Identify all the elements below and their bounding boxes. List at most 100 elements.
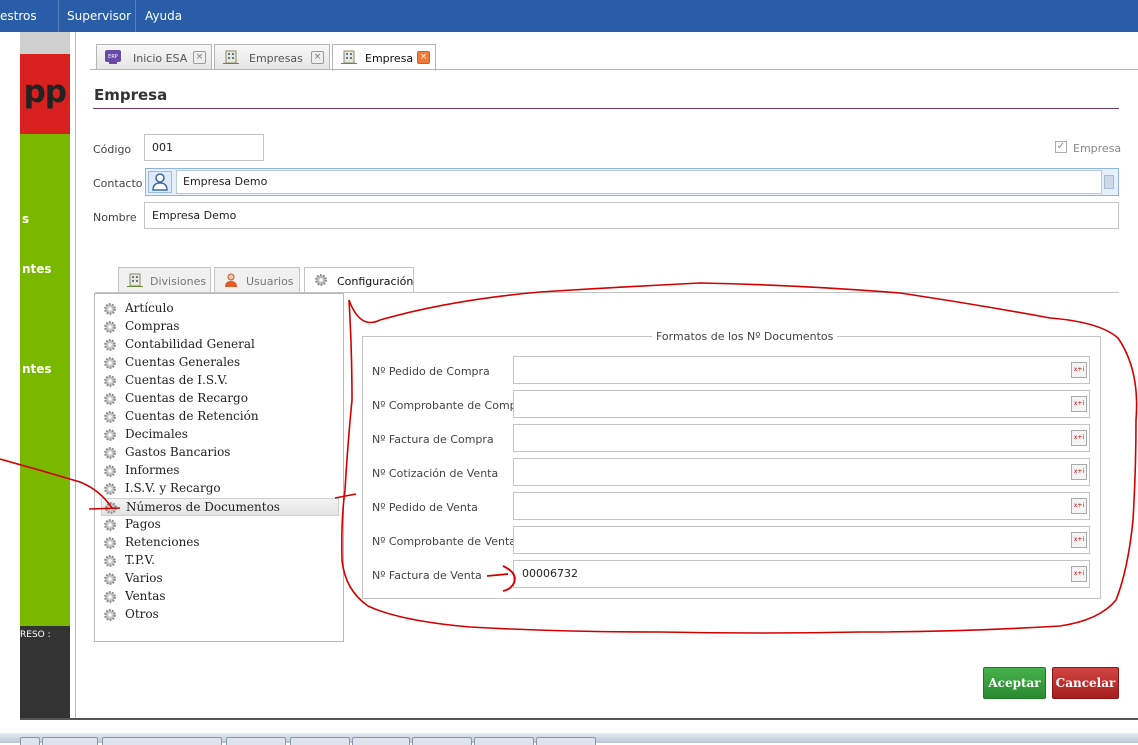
tab-empresas[interactable]: Empresas × bbox=[214, 44, 330, 70]
format-field[interactable] bbox=[513, 356, 1090, 384]
user-icon bbox=[152, 173, 168, 191]
accept-button[interactable]: Aceptar bbox=[983, 667, 1046, 699]
format-label: Nº Cotización de Venta bbox=[372, 467, 499, 480]
close-icon[interactable]: × bbox=[193, 51, 206, 64]
format-label: Nº Factura de Venta bbox=[372, 569, 482, 582]
tree-item[interactable]: Informes bbox=[101, 462, 339, 480]
format-editor-icon[interactable]: x+i bbox=[1071, 532, 1087, 548]
svg-text:ERP: ERP bbox=[108, 54, 118, 60]
format-field[interactable] bbox=[513, 458, 1090, 486]
tree-item[interactable]: Cuentas Generales bbox=[101, 354, 339, 372]
tree-item-label: Gastos Bancarios bbox=[125, 445, 231, 459]
tree-item[interactable]: Contabilidad General bbox=[101, 336, 339, 354]
format-editor-icon[interactable]: x+i bbox=[1071, 464, 1087, 480]
tab-label: Empresas bbox=[249, 52, 303, 65]
nombre-label: Nombre bbox=[93, 211, 137, 224]
tree-item[interactable]: Cuentas de Recargo bbox=[101, 390, 339, 408]
format-label: Nº Pedido de Venta bbox=[372, 501, 478, 514]
gear-icon bbox=[104, 339, 116, 351]
format-editor-icon[interactable]: x+i bbox=[1071, 566, 1087, 582]
tab-label: Inicio ESA bbox=[133, 52, 188, 65]
configuration-tree: Artículo Compras Contabilidad General Cuent… bbox=[94, 293, 344, 642]
formats-legend: Formatos de los Nº Documentos bbox=[652, 330, 838, 343]
format-editor-icon[interactable]: x+i bbox=[1071, 430, 1087, 446]
gear-icon bbox=[104, 357, 116, 369]
format-field[interactable] bbox=[513, 424, 1090, 452]
sidebar: pp s ntes ntes RESO : bbox=[20, 32, 70, 718]
tree-item[interactable]: Cuentas de Retención bbox=[101, 408, 339, 426]
tree-item[interactable]: I.S.V. y Recargo bbox=[101, 480, 339, 498]
app-logo: pp bbox=[20, 54, 70, 134]
taskbar-button[interactable] bbox=[102, 737, 222, 745]
gear-icon bbox=[104, 465, 116, 477]
sidebar-item[interactable]: s bbox=[22, 212, 29, 226]
contacto-combo[interactable]: Empresa Demo bbox=[145, 168, 1119, 196]
contacto-input[interactable]: Empresa Demo bbox=[176, 170, 1102, 194]
format-field[interactable] bbox=[513, 390, 1090, 418]
sidebar-item[interactable]: ntes bbox=[22, 362, 52, 376]
gear-icon bbox=[315, 274, 327, 286]
tab-inicio-esa[interactable]: ERP Inicio ESA × bbox=[96, 44, 212, 70]
codigo-field[interactable]: 001 bbox=[144, 134, 264, 161]
menu-item-ayuda[interactable]: Ayuda bbox=[145, 0, 182, 32]
tree-item[interactable]: Otros bbox=[101, 606, 339, 624]
tree-item[interactable]: Ventas bbox=[101, 588, 339, 606]
tree-item[interactable]: Compras bbox=[101, 318, 339, 336]
gear-icon bbox=[104, 483, 116, 495]
format-editor-icon[interactable]: x+i bbox=[1071, 396, 1087, 412]
format-editor-icon[interactable]: x+i bbox=[1071, 362, 1087, 378]
contacto-label: Contacto bbox=[93, 177, 143, 190]
cancel-button[interactable]: Cancelar bbox=[1052, 667, 1119, 699]
taskbar-button[interactable] bbox=[20, 737, 40, 745]
tree-item[interactable]: Varios bbox=[101, 570, 339, 588]
taskbar-button[interactable] bbox=[42, 737, 98, 745]
format-editor-icon[interactable]: x+i bbox=[1071, 498, 1087, 514]
contact-picker-button[interactable] bbox=[148, 171, 172, 193]
tree-item[interactable]: Números de Documentos bbox=[101, 498, 339, 516]
tab-label: Empresa bbox=[365, 52, 414, 65]
tab-configuracion[interactable]: Configuración bbox=[304, 267, 414, 293]
taskbar-button[interactable] bbox=[226, 737, 286, 745]
gear-icon bbox=[104, 555, 116, 567]
menu-item-maestros[interactable]: estros bbox=[0, 0, 37, 32]
tab-usuarios[interactable]: Usuarios bbox=[214, 267, 300, 293]
user-icon bbox=[225, 273, 237, 287]
taskbar-button[interactable] bbox=[352, 737, 410, 745]
sidebar-item[interactable]: ntes bbox=[22, 262, 52, 276]
taskbar-button[interactable] bbox=[412, 737, 472, 745]
tree-item[interactable]: Cuentas de I.S.V. bbox=[101, 372, 339, 390]
tree-item-label: Cuentas de Recargo bbox=[125, 391, 248, 405]
tab-label: Divisiones bbox=[150, 275, 207, 288]
menu-separator bbox=[135, 0, 136, 32]
taskbar-button[interactable] bbox=[474, 737, 534, 745]
empresa-checkbox[interactable]: ✓ bbox=[1055, 141, 1067, 153]
tab-empresa[interactable]: Empresa × bbox=[332, 44, 436, 71]
format-label: Nº Pedido de Compra bbox=[372, 365, 490, 378]
gear-icon bbox=[104, 591, 116, 603]
tree-item[interactable]: Pagos bbox=[101, 516, 339, 534]
tree-item[interactable]: T.P.V. bbox=[101, 552, 339, 570]
nombre-field[interactable]: Empresa Demo bbox=[144, 202, 1119, 229]
sidebar-footer-label: RESO : bbox=[20, 630, 51, 640]
close-icon[interactable]: × bbox=[417, 51, 430, 64]
sidebar-divider bbox=[70, 32, 76, 718]
format-field[interactable]: 00006732 bbox=[513, 560, 1090, 588]
format-field[interactable] bbox=[513, 492, 1090, 520]
tree-item[interactable]: Gastos Bancarios bbox=[101, 444, 339, 462]
menu-item-supervisor[interactable]: Supervisor bbox=[67, 0, 131, 32]
gear-icon bbox=[104, 375, 116, 387]
sidebar-top bbox=[20, 32, 70, 54]
taskbar-button[interactable] bbox=[290, 737, 350, 745]
tree-item[interactable]: Retenciones bbox=[101, 534, 339, 552]
tab-label: Configuración bbox=[337, 275, 414, 288]
close-icon[interactable]: × bbox=[311, 51, 324, 64]
tab-divisiones[interactable]: Divisiones bbox=[118, 267, 211, 293]
format-field[interactable] bbox=[513, 526, 1090, 554]
building-icon bbox=[127, 273, 143, 287]
dropdown-handle[interactable] bbox=[1104, 175, 1114, 189]
taskbar-button[interactable] bbox=[536, 737, 596, 745]
tree-item-label: Retenciones bbox=[125, 535, 200, 549]
tree-item[interactable]: Decimales bbox=[101, 426, 339, 444]
gear-icon bbox=[104, 321, 116, 333]
tree-item[interactable]: Artículo bbox=[101, 300, 339, 318]
